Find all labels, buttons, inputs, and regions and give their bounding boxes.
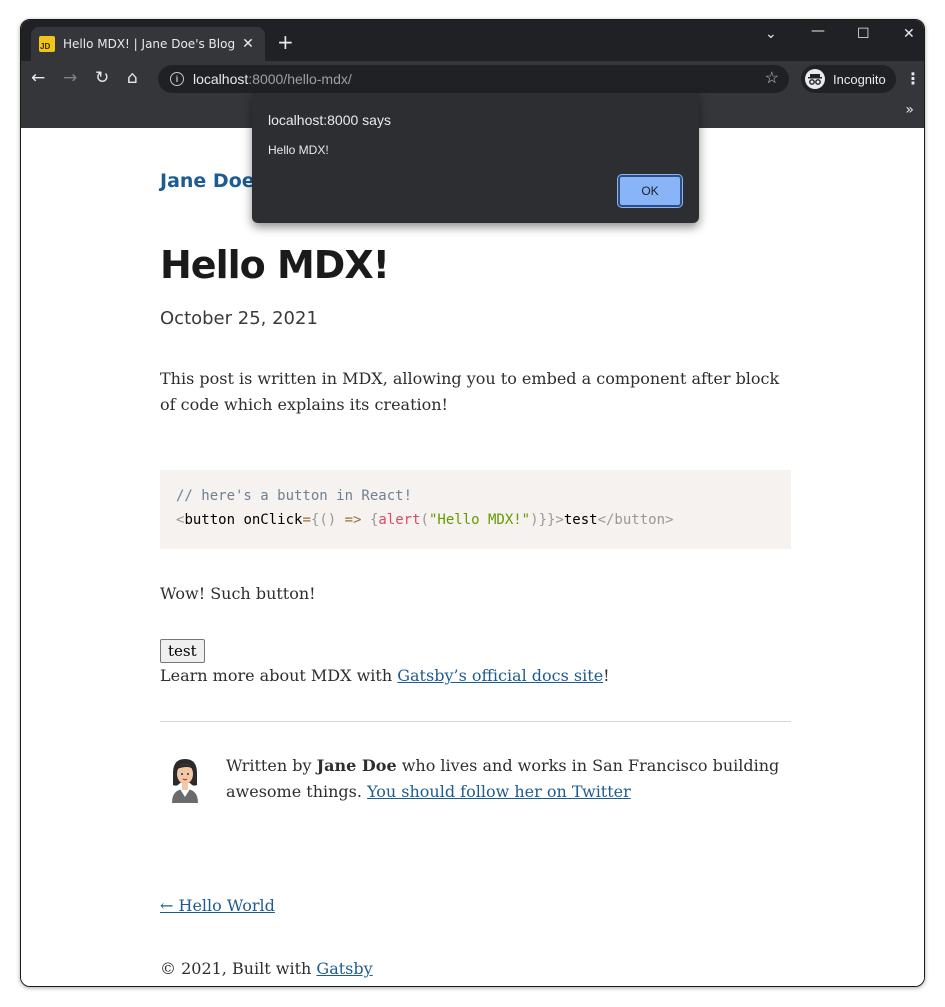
alert-dialog: localhost:8000 says Hello MDX! OK bbox=[252, 93, 699, 223]
dialog-message: Hello MDX! bbox=[268, 143, 329, 157]
tab-close-icon[interactable]: ✕ bbox=[239, 36, 257, 52]
site-title[interactable]: Jane Doe bbox=[160, 170, 255, 192]
address-bar[interactable]: i localhost:8000/hello-mdx/ ☆ bbox=[158, 65, 789, 93]
code-token: > bbox=[555, 512, 564, 528]
code-token: </button> bbox=[597, 512, 674, 528]
info-icon[interactable]: i bbox=[170, 72, 184, 86]
gatsby-link[interactable]: Gatsby bbox=[316, 959, 372, 978]
menu-dots-icon[interactable]: ⋮ bbox=[905, 69, 921, 88]
dialog-title: localhost:8000 says bbox=[268, 112, 391, 128]
bio-text: Written by Jane Doe who lives and works … bbox=[226, 753, 786, 805]
code-token: }} bbox=[538, 512, 556, 528]
tab-title: Hello MDX! | Jane Doe's Blog bbox=[63, 37, 236, 51]
back-arrow-icon[interactable]: ← bbox=[31, 68, 45, 88]
intro-paragraph: This post is written in MDX, allowing yo… bbox=[160, 369, 780, 414]
browser-toolbar: ← → ↻ ⌂ i localhost:8000/hello-mdx/ ☆ In… bbox=[21, 61, 924, 97]
author-bio: Written by Jane Doe who lives and works … bbox=[160, 753, 791, 805]
reload-icon[interactable]: ↻ bbox=[95, 68, 109, 88]
url-path: :8000/hello-mdx/ bbox=[248, 71, 352, 87]
close-window-icon[interactable]: ✕ bbox=[903, 26, 915, 42]
browser-window: JD Hello MDX! | Jane Doe's Blog ✕ + ⌄ — … bbox=[20, 19, 925, 987]
code-token: button bbox=[184, 512, 236, 528]
prev-post-link-text[interactable]: ← Hello World bbox=[160, 896, 275, 915]
favicon-icon: JD bbox=[39, 36, 55, 52]
bio-prefix: Written by bbox=[226, 756, 317, 775]
forward-arrow-icon[interactable]: → bbox=[63, 68, 77, 88]
code-token: = bbox=[302, 512, 311, 528]
code-token: () bbox=[319, 512, 337, 528]
page-viewport: Jane Doe Hello MDX! October 25, 2021 Thi… bbox=[21, 128, 924, 986]
url-host: localhost bbox=[193, 71, 249, 87]
code-comment: // here's a button in React! bbox=[176, 488, 413, 504]
wow-paragraph: Wow! Such button! bbox=[160, 584, 316, 603]
code-token: test bbox=[563, 512, 598, 528]
code-token: "Hello MDX!" bbox=[428, 512, 531, 528]
gatsby-docs-link[interactable]: Gatsby’s official docs site bbox=[397, 666, 603, 685]
incognito-icon bbox=[805, 69, 825, 89]
minimize-icon[interactable]: — bbox=[811, 23, 825, 39]
post-title: Hello MDX! bbox=[160, 243, 390, 287]
learn-suffix: ! bbox=[603, 666, 610, 685]
bio-author-name: Jane Doe bbox=[316, 756, 397, 775]
avatar bbox=[160, 753, 210, 805]
code-token: ( bbox=[420, 512, 429, 528]
twitter-link[interactable]: You should follow her on Twitter bbox=[367, 782, 631, 801]
new-tab-icon[interactable]: + bbox=[277, 30, 294, 54]
code-block: // here's a button in React! <button onC… bbox=[160, 470, 791, 549]
tab-strip: JD Hello MDX! | Jane Doe's Blog ✕ + ⌄ — … bbox=[21, 20, 924, 61]
post-date: October 25, 2021 bbox=[160, 308, 318, 329]
star-icon[interactable]: ☆ bbox=[765, 68, 779, 88]
bookmarks-overflow-icon[interactable]: » bbox=[905, 102, 914, 118]
home-icon[interactable]: ⌂ bbox=[127, 68, 138, 88]
prev-post-link[interactable]: ← Hello World bbox=[160, 893, 275, 919]
test-button[interactable]: test bbox=[160, 639, 205, 663]
learn-prefix: Learn more about MDX with bbox=[160, 666, 398, 685]
dialog-ok-button[interactable]: OK bbox=[617, 174, 683, 208]
code-token: alert bbox=[378, 512, 421, 528]
footer: © 2021, Built with Gatsby bbox=[160, 956, 373, 982]
footer-prefix: © 2021, Built with bbox=[160, 959, 317, 978]
browser-tab[interactable]: JD Hello MDX! | Jane Doe's Blog ✕ bbox=[31, 27, 265, 61]
incognito-label: Incognito bbox=[833, 71, 886, 87]
incognito-badge[interactable]: Incognito bbox=[801, 65, 896, 93]
code-token: => bbox=[336, 512, 362, 528]
code-token: onClick bbox=[243, 512, 303, 528]
divider bbox=[160, 721, 791, 722]
learn-paragraph: Learn more about MDX with Gatsby’s offic… bbox=[160, 663, 610, 689]
code-token: ) bbox=[530, 512, 539, 528]
tab-search-icon[interactable]: ⌄ bbox=[765, 26, 777, 42]
maximize-icon[interactable]: ☐ bbox=[857, 26, 870, 42]
